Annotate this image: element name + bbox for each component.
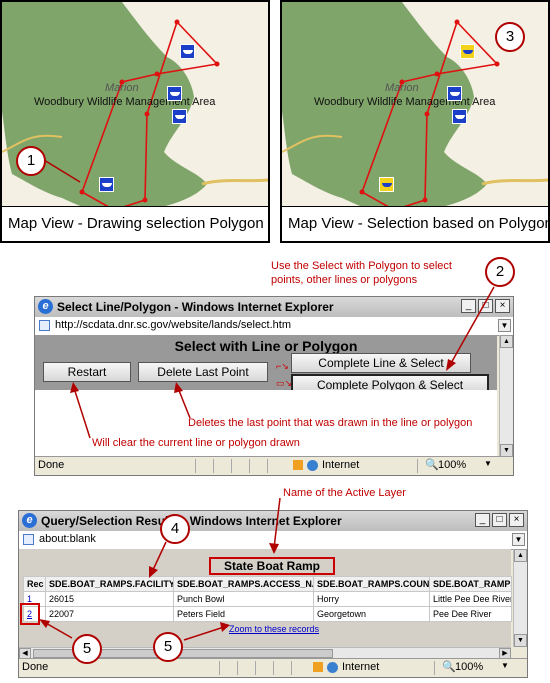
window-title: Select Line/Polygon - Windows Internet E…	[57, 300, 334, 314]
status-bar: Done Internet 🔍 100% ▼	[35, 456, 513, 475]
security-icon	[293, 460, 303, 470]
globe-icon	[307, 460, 318, 471]
boat-ramp-icon[interactable]	[452, 109, 467, 124]
zoom-to-records-link[interactable]: Zoom to these records	[229, 624, 319, 634]
address-url[interactable]: about:blank	[39, 533, 96, 545]
table-cell: 26015	[45, 591, 174, 607]
table-cell: Pee Dee River	[429, 606, 512, 622]
map1-town-label: Marion	[105, 82, 139, 94]
column-header: SDE.BOAT_RAMPS	[429, 576, 512, 592]
scroll-up-icon[interactable]: ▲	[500, 335, 513, 348]
table-cell: Georgetown	[313, 606, 430, 622]
close-icon[interactable]: ×	[509, 513, 524, 527]
vertical-scrollbar[interactable]: ▲ ▼	[499, 335, 513, 457]
delete-last-point-button[interactable]: Delete Last Point	[138, 362, 268, 382]
boat-ramp-icon[interactable]	[167, 86, 182, 101]
minimize-icon[interactable]: _	[475, 513, 490, 527]
maximize-icon[interactable]: □	[492, 513, 507, 527]
callout-2: 2	[485, 257, 515, 287]
page-icon	[39, 320, 50, 331]
address-url[interactable]: http://scdata.dnr.sc.gov/website/lands/s…	[55, 319, 291, 331]
zoom-level[interactable]: 100%	[455, 661, 483, 673]
callout4-arrow	[149, 541, 167, 578]
chevron-down-icon[interactable]: ▼	[501, 661, 509, 670]
column-header: SDE.BOAT_RAMPS.ACCESS_NAM	[173, 576, 314, 592]
table-row: 2 22007 Peters Field Georgetown Pee Dee Rive…	[23, 606, 512, 622]
map2-area-label: Woodbury Wildlife Management Area	[314, 96, 496, 108]
layer-title: State Boat Ramp	[209, 557, 335, 575]
boat-ramp-icon[interactable]	[172, 109, 187, 124]
zoom-level[interactable]: 100%	[438, 459, 466, 471]
callout2-arrow	[446, 286, 495, 371]
callout-5-zoom: 5	[153, 632, 183, 662]
selected-boat-ramp-icon[interactable]	[460, 44, 475, 59]
annotation-arrows	[70, 382, 191, 439]
layer-arrow	[269, 498, 281, 554]
security-icon	[313, 662, 323, 672]
table-cell: Little Pee Dee River	[429, 591, 512, 607]
callout5-row-arrow	[39, 619, 73, 639]
map2-caption: Map View - Selection based on Polygon	[282, 206, 548, 241]
zone-text: Internet	[322, 459, 360, 471]
callout1-arrow	[44, 159, 81, 183]
scroll-up-icon[interactable]: ▲	[514, 549, 527, 562]
table-row: 1 26015 Punch Bowl Horry Little Pee Dee Rive…	[23, 591, 512, 607]
chevron-down-icon[interactable]: ▼	[512, 533, 525, 546]
status-text: Done	[22, 661, 49, 673]
ie-logo-icon: e	[22, 513, 37, 528]
map-view-selection[interactable]: Marion Woodbury Wildlife Management Area…	[280, 0, 550, 243]
table-cell: Horry	[313, 591, 430, 607]
callout-5-row: 5	[72, 634, 102, 664]
globe-icon	[327, 662, 338, 673]
zoom-icon: 🔍	[425, 459, 439, 471]
note-select-polygon: Use the Select with Polygon to select po…	[271, 260, 452, 286]
page-icon	[23, 534, 34, 545]
results-content: State Boat Ramp Rec SDE.BOAT_RAMPS.FACILI…	[19, 549, 512, 647]
status-text: Done	[38, 459, 65, 471]
note-delete-last: Deletes the last point that was drawn in…	[188, 417, 473, 429]
window-title: Query/Selection Results - Windows Intern…	[41, 514, 342, 528]
selected-boat-ramp-icon[interactable]	[379, 177, 394, 192]
chevron-down-icon[interactable]: ▼	[484, 459, 492, 468]
map2-town-label: Marion	[385, 82, 419, 94]
select-heading: Select with Line or Polygon	[174, 338, 358, 354]
column-header: SDE.BOAT_RAMPS.COUNTY	[313, 576, 430, 592]
boat-ramp-icon[interactable]	[447, 86, 462, 101]
table-cell: Peters Field	[173, 606, 314, 622]
vertical-scrollbar[interactable]: ▲ ▼	[513, 549, 527, 647]
callout-3: 3	[495, 22, 525, 52]
scroll-down-icon[interactable]: ▼	[514, 634, 527, 647]
line-tool-icon: ⌐↘	[276, 361, 289, 371]
boat-ramp-icon[interactable]	[180, 44, 195, 59]
map-view-drawing[interactable]: Marion Woodbury Wildlife Management Area…	[0, 0, 270, 243]
note-active-layer: Name of the Active Layer	[283, 487, 406, 499]
boat-ramp-icon[interactable]	[99, 177, 114, 192]
table-cell: Punch Bowl	[173, 591, 314, 607]
zoom-icon: 🔍	[442, 661, 456, 673]
zone-text: Internet	[342, 661, 380, 673]
map1-caption: Map View - Drawing selection Polygon	[2, 206, 268, 241]
column-header: Rec	[23, 576, 46, 592]
results-table: Rec SDE.BOAT_RAMPS.FACILITYID SDE.BOAT_RAM…	[23, 576, 512, 622]
ie-logo-icon: e	[38, 299, 53, 314]
callout5-zoom-arrow	[183, 622, 230, 641]
map1-area-label: Woodbury Wildlife Management Area	[34, 96, 216, 108]
polygon-tool-icon: ▭↘	[276, 378, 293, 388]
callout-1: 1	[16, 146, 46, 176]
restart-button[interactable]: Restart	[43, 362, 131, 382]
row-highlight	[20, 603, 40, 625]
